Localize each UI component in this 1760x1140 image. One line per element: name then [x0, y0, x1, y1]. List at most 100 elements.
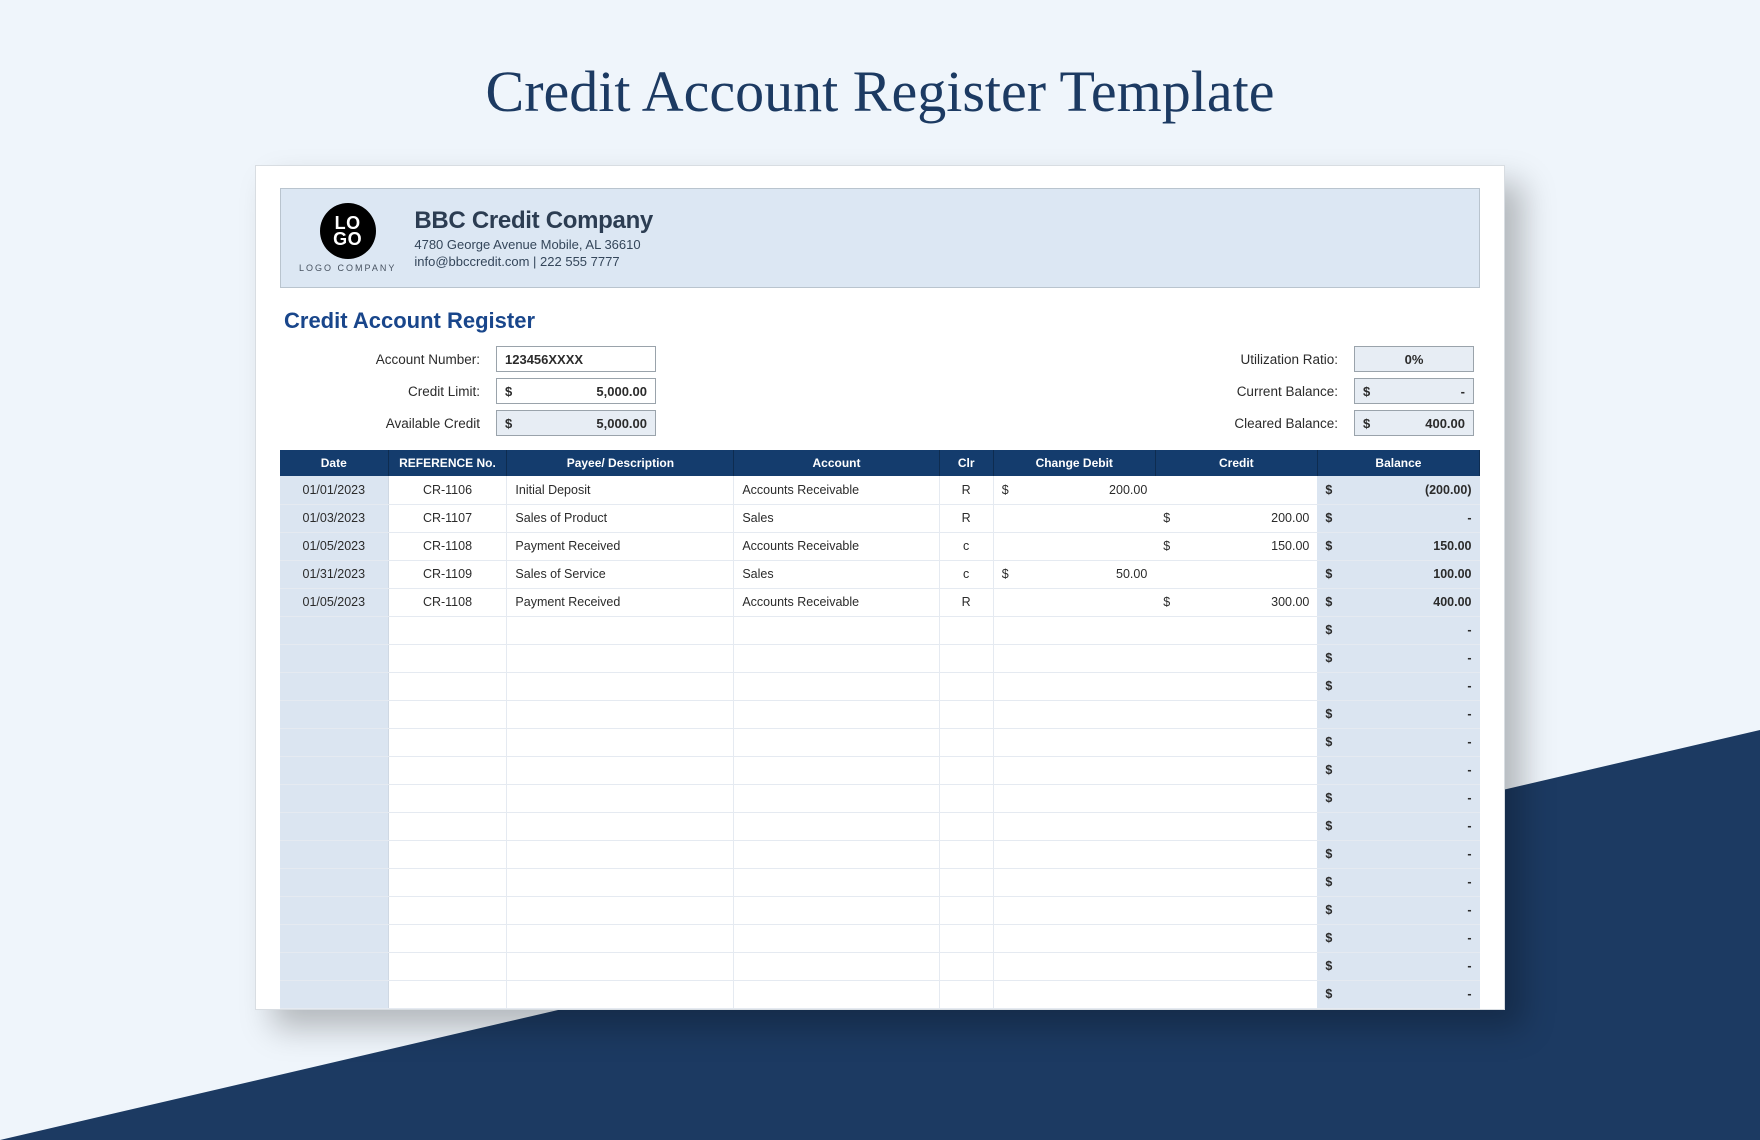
table-row: $-	[280, 616, 1480, 644]
clr-cell	[939, 784, 993, 812]
date-cell	[280, 896, 388, 924]
balance-cell: $-	[1317, 924, 1479, 952]
date-cell	[280, 812, 388, 840]
table-cell	[993, 616, 1155, 644]
acct-cell: Accounts Receivable	[734, 588, 939, 616]
date-cell	[280, 840, 388, 868]
date-cell	[280, 784, 388, 812]
acct-cell	[734, 728, 939, 756]
desc-cell	[507, 980, 734, 1008]
acct-cell	[734, 896, 939, 924]
table-cell	[1155, 560, 1317, 588]
balance-cell: $-	[1317, 728, 1479, 756]
summary-label: Available Credit	[286, 416, 496, 431]
table-cell	[993, 728, 1155, 756]
desc-cell	[507, 840, 734, 868]
template-sheet: LO GO LOGO COMPANY BBC Credit Company 47…	[255, 165, 1505, 1010]
company-contact: info@bbccredit.com | 222 555 7777	[414, 254, 653, 269]
table-cell	[993, 644, 1155, 672]
acct-cell: Sales	[734, 504, 939, 532]
ref-cell	[388, 672, 507, 700]
date-cell	[280, 980, 388, 1008]
table-row: $-	[280, 952, 1480, 980]
table-cell	[1155, 644, 1317, 672]
date-cell	[280, 868, 388, 896]
ref-cell	[388, 616, 507, 644]
clr-cell	[939, 700, 993, 728]
acct-cell	[734, 616, 939, 644]
table-row: $-	[280, 672, 1480, 700]
ref-cell	[388, 644, 507, 672]
clr-cell	[939, 924, 993, 952]
logo-icon: LO GO	[320, 203, 376, 259]
column-header: REFERENCE No.	[388, 450, 507, 476]
summary-row: Cleared Balance:$400.00	[900, 410, 1474, 436]
balance-cell: $-	[1317, 700, 1479, 728]
balance-cell: $(200.00)	[1317, 476, 1479, 504]
summary-label: Credit Limit:	[286, 384, 496, 399]
table-row: $-	[280, 728, 1480, 756]
desc-cell: Payment Received	[507, 532, 734, 560]
clr-cell: R	[939, 476, 993, 504]
date-cell	[280, 644, 388, 672]
table-cell: $200.00	[993, 476, 1155, 504]
summary-label: Current Balance:	[1144, 384, 1354, 399]
balance-cell: $-	[1317, 504, 1479, 532]
clr-cell	[939, 868, 993, 896]
balance-cell: $-	[1317, 672, 1479, 700]
table-body: 01/01/2023CR-1106Initial DepositAccounts…	[280, 476, 1480, 1008]
ref-cell	[388, 700, 507, 728]
table-cell	[1155, 952, 1317, 980]
ref-cell: CR-1108	[388, 588, 507, 616]
clr-cell	[939, 896, 993, 924]
table-cell	[1155, 672, 1317, 700]
desc-cell	[507, 952, 734, 980]
ref-cell	[388, 980, 507, 1008]
table-cell	[993, 532, 1155, 560]
ref-cell	[388, 868, 507, 896]
acct-cell: Sales	[734, 560, 939, 588]
table-cell	[993, 504, 1155, 532]
table-row: 01/05/2023CR-1108Payment ReceivedAccount…	[280, 588, 1480, 616]
balance-cell: $-	[1317, 784, 1479, 812]
date-cell: 01/05/2023	[280, 588, 388, 616]
acct-cell	[734, 644, 939, 672]
column-header: Account	[734, 450, 939, 476]
table-row: 01/05/2023CR-1108Payment ReceivedAccount…	[280, 532, 1480, 560]
date-cell	[280, 756, 388, 784]
acct-cell	[734, 756, 939, 784]
table-cell	[993, 868, 1155, 896]
table-cell	[993, 756, 1155, 784]
ref-cell: CR-1109	[388, 560, 507, 588]
table-cell	[1155, 896, 1317, 924]
register-table: DateREFERENCE No.Payee/ DescriptionAccou…	[280, 450, 1480, 1009]
table-cell	[993, 924, 1155, 952]
acct-cell: Accounts Receivable	[734, 532, 939, 560]
clr-cell	[939, 980, 993, 1008]
table-cell	[1155, 616, 1317, 644]
date-cell: 01/01/2023	[280, 476, 388, 504]
column-header: Credit	[1155, 450, 1317, 476]
date-cell	[280, 728, 388, 756]
table-row: $-	[280, 756, 1480, 784]
ref-cell	[388, 756, 507, 784]
summary-row: Utilization Ratio:0%	[900, 346, 1474, 372]
ref-cell: CR-1108	[388, 532, 507, 560]
table-row: $-	[280, 812, 1480, 840]
ref-cell	[388, 952, 507, 980]
date-cell: 01/05/2023	[280, 532, 388, 560]
ref-cell	[388, 924, 507, 952]
company-name: BBC Credit Company	[414, 207, 653, 235]
summary-label: Account Number:	[286, 352, 496, 367]
ref-cell	[388, 840, 507, 868]
date-cell	[280, 616, 388, 644]
table-row: $-	[280, 840, 1480, 868]
acct-cell	[734, 868, 939, 896]
balance-cell: $-	[1317, 644, 1479, 672]
table-cell	[1155, 868, 1317, 896]
date-cell	[280, 952, 388, 980]
table-cell	[993, 588, 1155, 616]
table-cell	[1155, 728, 1317, 756]
balance-cell: $100.00	[1317, 560, 1479, 588]
summary-value: $5,000.00	[496, 410, 656, 436]
